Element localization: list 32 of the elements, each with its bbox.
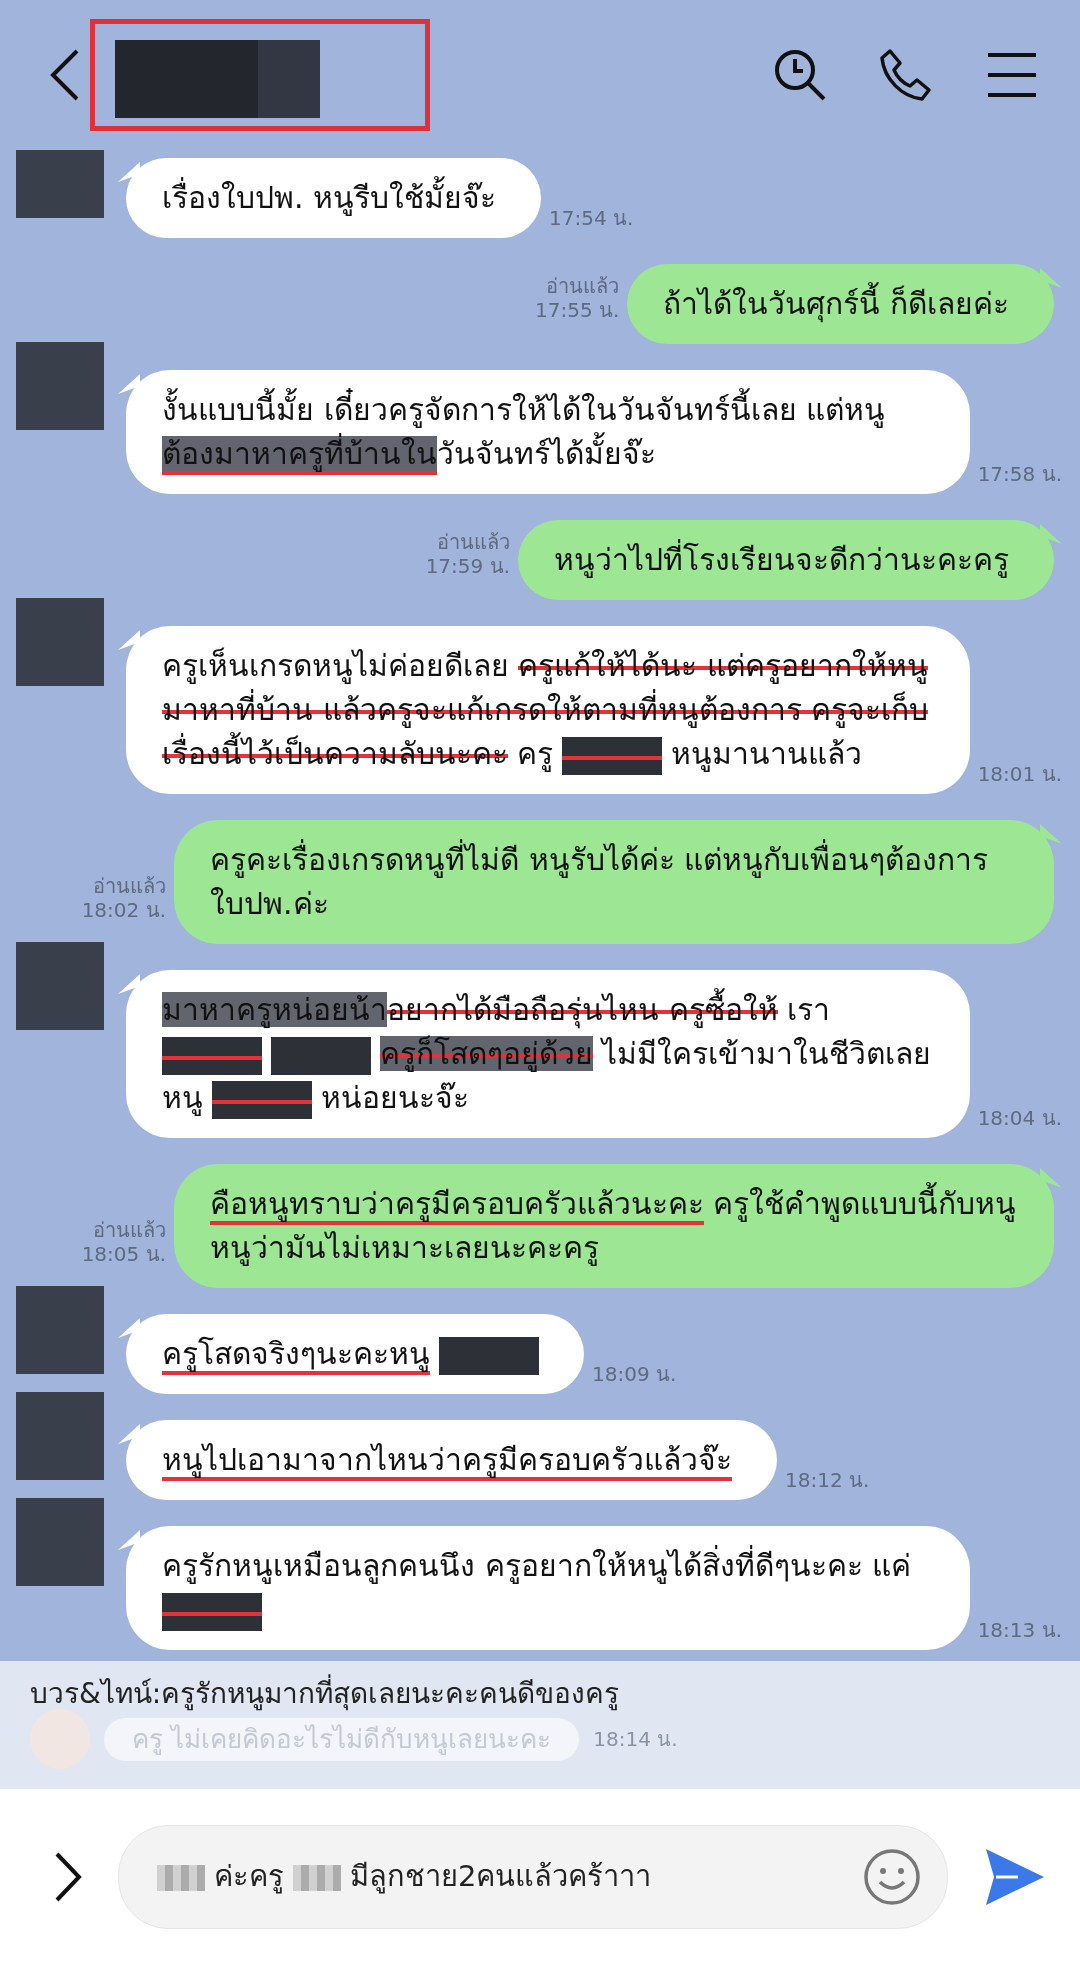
message-text: ค่ะครู มีลูกชาย2คนแล้วคร้าาา: [157, 1855, 863, 1899]
read-receipt: อ่านแล้ว: [436, 530, 510, 554]
smiley-icon[interactable]: [863, 1848, 921, 1906]
timestamp: 17:59 น.: [425, 554, 510, 578]
timestamp: 18:04 น.: [977, 1106, 1062, 1130]
read-receipt: อ่านแล้ว: [92, 874, 166, 898]
notification-text: บวร&ไทน์:ครูรักหนูมากที่สุดเลยนะคะคนดีของครู: [30, 1675, 1050, 1713]
chevron-right-icon[interactable]: [54, 1852, 82, 1902]
read-receipt: อ่านแล้ว: [545, 274, 620, 298]
timestamp: 17:58 น.: [977, 462, 1062, 486]
timestamp: 18:01 น.: [977, 762, 1062, 786]
message-text: ครูรักหนูเหมือนลูกคนนึง ครูอยากให้หนูได้สิ่งที่ดีๆนะคะ แค่: [162, 1544, 934, 1632]
message-text: คือหนูทราบว่าครูมีครอบครัวแล้วนะคะ ครูใช้คำพูดแบบนี้กับหนู หนูว่ามันไม่เหมาะเลยนะคะครู: [210, 1182, 1018, 1270]
timestamp: 18:09 น.: [592, 1362, 677, 1386]
timestamp: 17:55 น.: [535, 298, 620, 322]
message-text: ถ้าได้ในวันศุกร์นี้ ก็ดีเลยค่ะ: [663, 282, 1018, 326]
message-text: ครูคะเรื่องเกรดหนูที่ไม่ดี หนูรับได้ค่ะ แต่หนูกับเพื่อนๆต้องการใบปพ.ค่ะ: [210, 838, 1018, 926]
message-text: งั้นแบบนี้มั้ย เดี๋ยวครูจัดการให้ได้ในวันจันทร์นี้เลย แต่หนู ต้องมาหาครูที่บ้านในวันจันทร์ได้มั้ยจ๊ะ: [162, 388, 934, 476]
search-icon[interactable]: [772, 47, 828, 103]
message-text: เรื่องใบปพ. หนูรีบใช้มั้ยจ๊ะ: [162, 176, 506, 220]
timestamp: 18:12 น.: [785, 1468, 870, 1492]
timestamp: 18:05 น.: [81, 1242, 166, 1266]
back-icon[interactable]: [50, 49, 80, 101]
phone-icon[interactable]: [878, 47, 934, 103]
read-receipt: อ่านแล้ว: [92, 1218, 166, 1242]
message-field[interactable]: ค่ะครู มีลูกชาย2คนแล้วคร้าาา: [118, 1825, 948, 1929]
send-icon[interactable]: [984, 1847, 1046, 1907]
message-text: หนูว่าไปที่โรงเรียนจะดีกว่านะคะครู: [554, 538, 1018, 582]
timestamp: 17:54 น.: [549, 206, 634, 230]
timestamp: 18:02 น.: [81, 898, 166, 922]
timestamp: 18:13 น.: [977, 1618, 1062, 1642]
timestamp: 18:14 น.: [593, 1726, 678, 1753]
